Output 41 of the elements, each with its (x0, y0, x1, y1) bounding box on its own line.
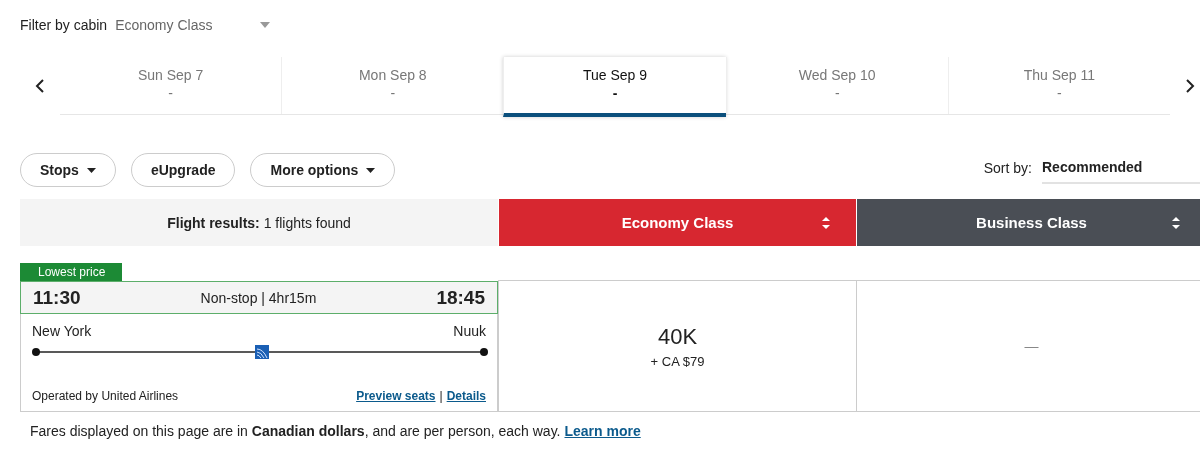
caret-icon (260, 22, 271, 28)
globe-logo-icon (255, 345, 269, 359)
fare-miles: 40K (657, 323, 698, 350)
caret-icon (366, 167, 376, 173)
date-tab[interactable]: Mon Sep 8 - (281, 57, 504, 114)
sort-icon (822, 216, 830, 230)
filter-label: Filter by cabin (20, 17, 108, 33)
sort-select[interactable]: Recommended (1042, 152, 1200, 184)
cabin-select[interactable]: Economy Class (115, 17, 271, 33)
fare-cash: + CA $79 (650, 353, 705, 369)
results-summary: Flight results: 1 flights found (167, 214, 351, 231)
date-tab[interactable]: Tue Sep 9 - (503, 57, 726, 117)
learn-more-link[interactable]: Learn more (564, 423, 641, 439)
arrive-time: 18:45 (436, 286, 485, 309)
cabin-header[interactable]: Business Class (857, 199, 1200, 246)
flight-link[interactable]: Details (446, 389, 486, 403)
date-tab[interactable]: Thu Sep 11 - (947, 57, 1170, 114)
no-fare: — (1024, 338, 1039, 354)
flight-info: Non-stop | 4hr15m (200, 289, 317, 306)
flight-link[interactable]: Preview seats (356, 389, 436, 403)
fare-note: Fares displayed on this page are in Canadian dollars, and are per person, each way. (30, 423, 561, 439)
fare-cell[interactable]: — (856, 280, 1200, 412)
filter-button[interactable]: Stops (20, 153, 116, 187)
date-tab[interactable]: Wed Sep 10 - (725, 57, 948, 114)
filter-button[interactable]: More options (250, 153, 396, 187)
chevron-right-icon[interactable] (1185, 79, 1195, 93)
link-separator: | (439, 389, 443, 403)
caret-icon (86, 167, 96, 173)
filter-button[interactable]: eUpgrade (130, 153, 236, 187)
sort-label: Sort by: (983, 160, 1032, 176)
destination-city: Nuuk (453, 323, 486, 339)
sort-icon (1172, 216, 1180, 230)
fare-cell[interactable]: 40K + CA $79 (498, 280, 856, 412)
chevron-left-icon[interactable] (35, 79, 45, 93)
origin-city: New York (32, 323, 92, 339)
date-tab[interactable]: Sun Sep 7 - (60, 57, 282, 114)
depart-time: 11:30 (33, 286, 81, 309)
cabin-header[interactable]: Economy Class (499, 199, 856, 246)
lowest-price-badge: Lowest price (20, 263, 123, 281)
operator-text: Operated by United Airlines (32, 389, 179, 403)
flight-card[interactable]: 11:30 Non-stop | 4hr15m 18:45 New York Nuuk Operated by United Airlines Preview seats | Details (20, 281, 498, 412)
